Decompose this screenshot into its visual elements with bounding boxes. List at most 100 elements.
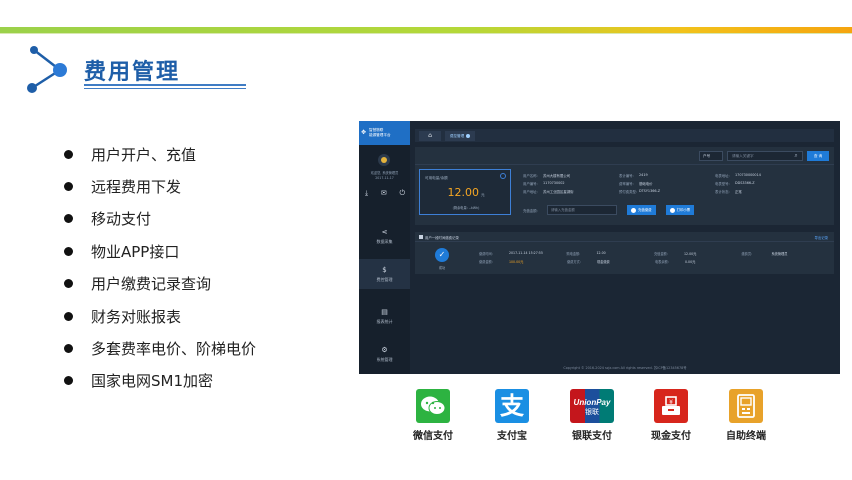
record-key: 电表余额: bbox=[655, 259, 669, 264]
feature-item: 多套费率电价、阶梯电价 bbox=[64, 332, 256, 364]
info-cell: 预付费类型: DTSY1366-Z bbox=[619, 189, 715, 194]
recharge-amount-input[interactable]: 请输入充值金额 bbox=[547, 205, 617, 215]
info-cell: 用户地址: 苏州工业园区星湖街 bbox=[523, 189, 619, 194]
record-value: 2017-11-14 15:27:55 bbox=[509, 250, 543, 255]
tab-billing[interactable]: 费控管理 bbox=[445, 131, 475, 141]
kiosk-terminal-icon bbox=[729, 389, 763, 423]
info-cell: 表计状态: 正常 bbox=[715, 189, 811, 194]
record-cell: 缴费时间: 2017-11-14 15:27:55 bbox=[479, 251, 567, 256]
balance-panel: 可用电量/余额 12.00 元 (剩余电量: --kWh) bbox=[419, 169, 511, 215]
record-cell: 电表余额: 0.00元 bbox=[655, 259, 743, 264]
title-underline-thin bbox=[84, 88, 246, 89]
feature-label: 多套费率电价、阶梯电价 bbox=[91, 340, 257, 359]
gear-icon: ⚙ bbox=[381, 345, 388, 354]
nav-item-reports[interactable]: ▤ 报表统计 bbox=[359, 301, 410, 331]
record-cell: 充值金额: 12.00元 bbox=[654, 251, 742, 256]
record-value: 0.00元 bbox=[685, 259, 696, 264]
check-icon: ✓ bbox=[435, 248, 449, 262]
payment-label: 自助终端 bbox=[726, 431, 766, 442]
bullet-dot-icon bbox=[64, 311, 73, 321]
record-cell: 缴费金额: 100.00元 bbox=[479, 259, 567, 264]
home-icon: ⌂ bbox=[428, 132, 432, 139]
payment-label: 微信支付 bbox=[413, 431, 453, 442]
bullet-dot-icon bbox=[64, 279, 73, 289]
feature-item: 用户开户、充值 bbox=[64, 138, 256, 170]
recharge-label: 充值金额: bbox=[523, 208, 538, 213]
svg-text:¥: ¥ bbox=[669, 399, 673, 406]
feature-item: 用户缴费记录查询 bbox=[64, 268, 256, 300]
tab-home[interactable]: ⌂ bbox=[419, 131, 441, 141]
feature-label: 用户缴费记录查询 bbox=[91, 275, 212, 294]
records-title: 用户一段时间缴费记录 bbox=[425, 236, 459, 240]
info-cell: 电表型号: DDS3366-Z bbox=[715, 181, 811, 186]
info-key: 电表地址: bbox=[715, 173, 730, 178]
info-cell: 用户名称: 苏州大楼有限公司 bbox=[523, 173, 619, 178]
avatar[interactable] bbox=[378, 154, 390, 166]
record-value: 系统管理员 bbox=[771, 251, 788, 256]
nav-item-data-collection[interactable]: ⋖ 数据采集 bbox=[359, 221, 410, 251]
account-card: 户号 请输入关键字 ⌕ 查 询 可用电量/余额 12.00 元 (剩余电量: --… bbox=[415, 147, 834, 225]
info-value: DDS3366-Z bbox=[735, 180, 755, 185]
payment-label: 现金支付 bbox=[651, 431, 691, 442]
balance-label: 可用电量/余额 bbox=[425, 176, 448, 180]
button-label: 打印小票 bbox=[676, 208, 691, 212]
info-value: DTSY1366-Z bbox=[639, 188, 661, 193]
info-value: 1170730002 bbox=[543, 180, 565, 185]
record-key: 缴费时间: bbox=[479, 251, 493, 256]
payment-kiosk: 自助终端 bbox=[716, 389, 776, 442]
balance-unit: 元 bbox=[480, 193, 485, 197]
title-underline bbox=[84, 84, 246, 86]
record-key: 缴费方式: bbox=[567, 259, 581, 264]
brand-logo-icon: ✥ bbox=[361, 129, 367, 136]
report-icon: ▤ bbox=[381, 307, 388, 316]
nav-label: 数据采集 bbox=[376, 238, 393, 244]
tab-bar: ⌂ 费控管理 bbox=[415, 129, 834, 142]
search-icon[interactable]: ⌕ bbox=[791, 151, 801, 161]
power-icon[interactable]: ⏻ bbox=[399, 189, 405, 198]
print-receipt-button[interactable]: 打印小票 bbox=[665, 205, 695, 215]
unionpay-logo: UnionPay银联 bbox=[574, 398, 611, 416]
print-icon bbox=[669, 207, 675, 213]
cash-register-icon: ¥ bbox=[654, 389, 688, 423]
record-key: 缴费员: bbox=[741, 251, 753, 256]
notification-icon[interactable]: ✉ bbox=[381, 189, 387, 198]
records-header: 用户一段时间缴费记录 导出记录 bbox=[415, 232, 834, 242]
record-key: 缴费金额: bbox=[479, 259, 493, 264]
close-icon[interactable] bbox=[466, 134, 471, 138]
info-cell: 费率编号: 基础电价 bbox=[619, 181, 715, 186]
query-button[interactable]: 查 询 bbox=[807, 151, 829, 161]
button-label: 充值缴费 bbox=[638, 208, 652, 212]
bullet-dot-icon bbox=[64, 246, 73, 256]
tab-label: 费控管理 bbox=[449, 133, 465, 138]
top-accent-line bbox=[0, 33, 852, 34]
feature-label: 物业APP接口 bbox=[91, 242, 180, 261]
download-icon[interactable]: ⤓ bbox=[365, 189, 368, 198]
info-value: 170730000014 bbox=[735, 172, 761, 177]
payment-unionpay: UnionPay 银联 银联支付 bbox=[562, 389, 622, 442]
page-title: 费用管理 bbox=[84, 59, 181, 85]
info-row: 用户地址: 苏州工业园区星湖街 预付费类型: DTSY1366-Z 表计状态: 正常 bbox=[523, 187, 833, 195]
payment-wechat: 微信支付 bbox=[403, 389, 463, 442]
record-value: 12.00 bbox=[596, 250, 606, 255]
nav-label: 费控管理 bbox=[376, 276, 393, 282]
svg-text:UnionPay: UnionPay bbox=[574, 398, 611, 407]
payment-records-card: 用户一段时间缴费记录 导出记录 ✓ 成功 缴费时间: 2017-11-14 15:… bbox=[415, 232, 834, 274]
info-cell: 表计编号: 2419 bbox=[619, 173, 715, 178]
recharge-pay-button[interactable]: 充值缴费 bbox=[627, 205, 656, 215]
search-type-select[interactable]: 户号 bbox=[699, 151, 723, 161]
app-footer: Copyright © 2016-2024 szjz.com All right… bbox=[563, 366, 687, 370]
record-status: 成功 bbox=[438, 266, 446, 270]
info-value: 苏州工业园区星湖街 bbox=[543, 189, 574, 194]
record-row: 缴费时间: 2017-11-14 15:27:55 购电金额: 12.00 充值金额… bbox=[479, 249, 829, 257]
record-value: 现金缴费 bbox=[597, 259, 610, 264]
pay-icon bbox=[631, 207, 636, 213]
refresh-icon[interactable] bbox=[500, 173, 506, 179]
nav-item-system[interactable]: ⚙ 系统管理 bbox=[359, 339, 410, 369]
record-row: 缴费金额: 100.00元 缴费方式: 现金缴费 电表余额: 0.00元 bbox=[479, 257, 829, 265]
info-key: 电表型号: bbox=[715, 181, 730, 186]
app-brand: ✥ 智慧物联 能源管理平台 bbox=[359, 121, 410, 145]
export-records-link[interactable]: 导出记录 bbox=[814, 235, 828, 240]
balance-amount: 12.00 元 bbox=[420, 186, 512, 199]
nav-item-billing[interactable]: $ 费控管理 bbox=[359, 259, 410, 289]
payment-label: 支付宝 bbox=[497, 431, 527, 442]
